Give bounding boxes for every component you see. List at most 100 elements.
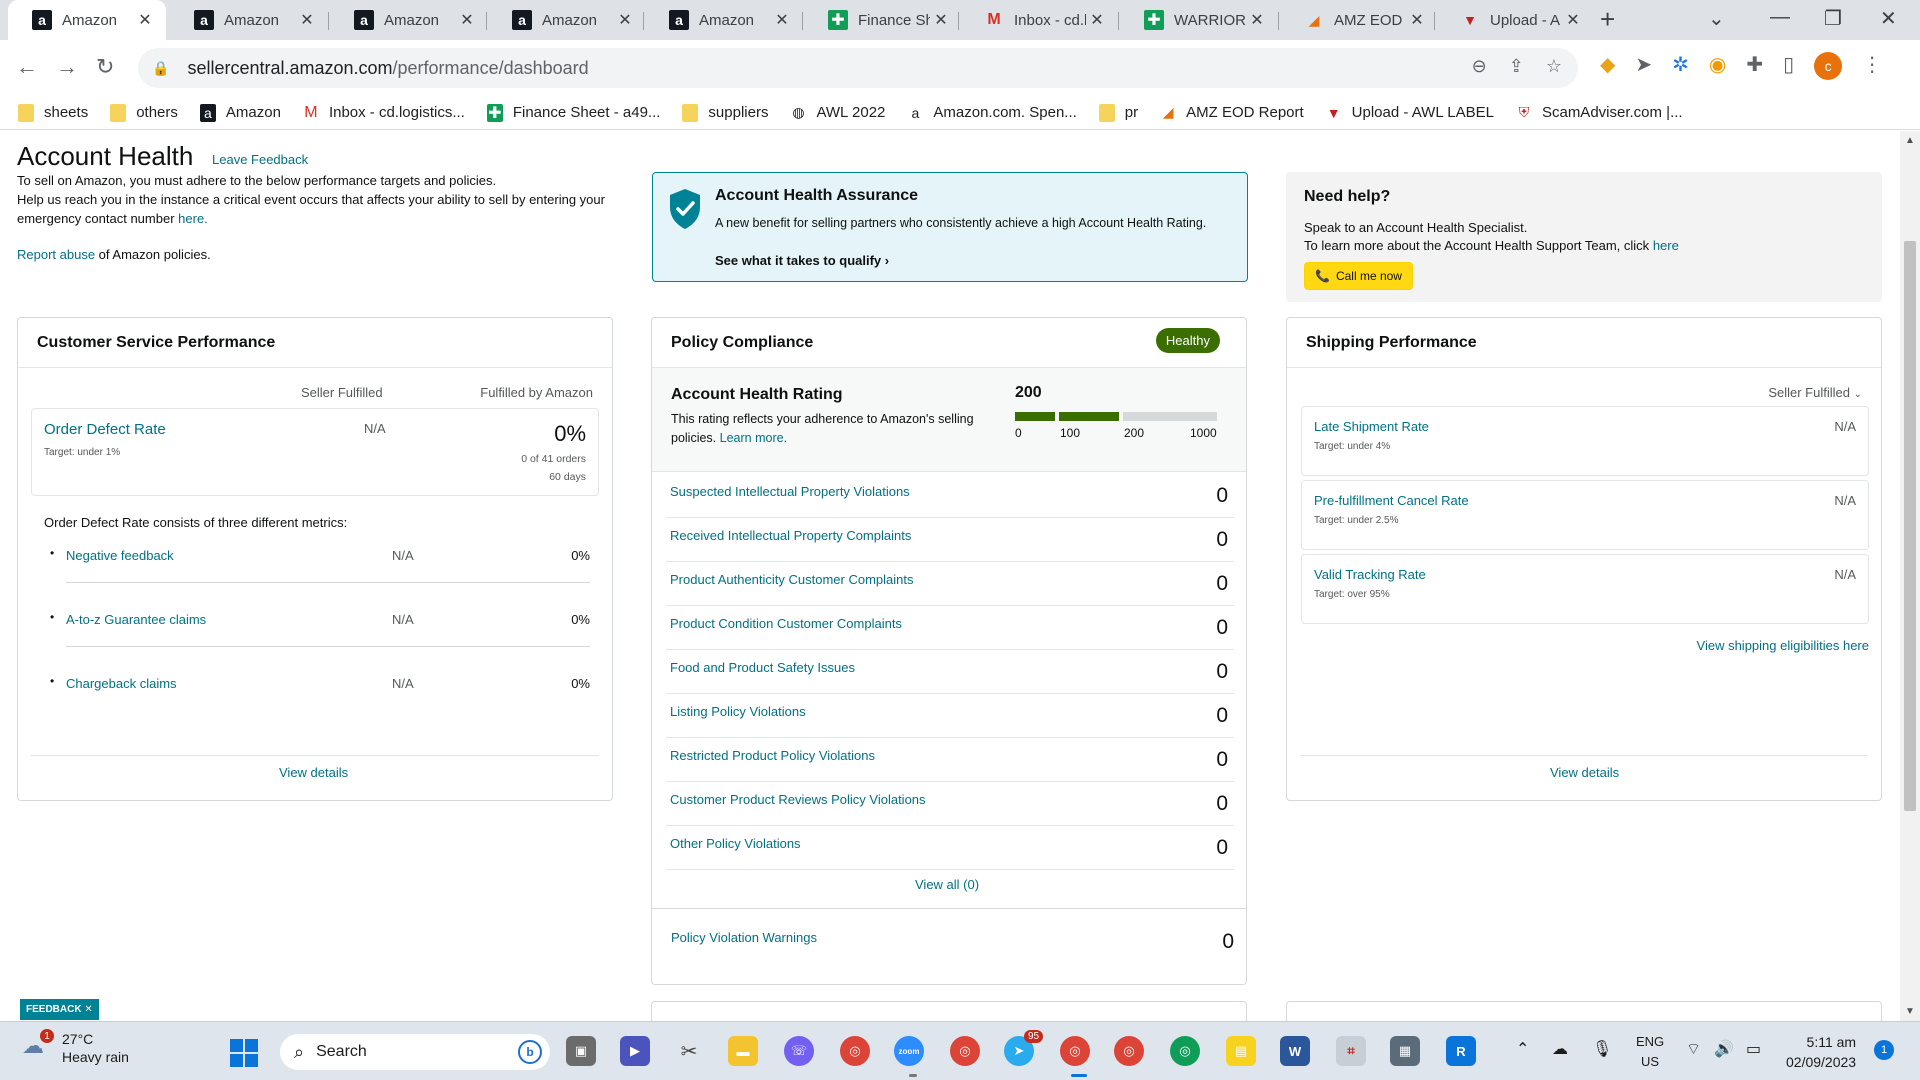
maximize-icon[interactable]: ❐: [1824, 6, 1842, 31]
extension-honey-icon[interactable]: ◆: [1600, 52, 1615, 80]
bookmark-item[interactable]: M Inbox - cd.logistics...: [303, 104, 465, 122]
cs-view-details-link[interactable]: View details: [279, 765, 348, 780]
policy-row-link[interactable]: Suspected Intellectual Property Violatio…: [670, 484, 910, 499]
forward-icon[interactable]: →: [56, 54, 78, 80]
close-icon[interactable]: ✕: [84, 1004, 92, 1015]
notification-badge[interactable]: 1: [1874, 1040, 1894, 1060]
browser-tab[interactable]: ▼ Upload - A ✕: [1436, 0, 1594, 40]
lock-icon[interactable]: 🔒: [152, 60, 169, 77]
extension-arrow-icon[interactable]: ➤: [1635, 52, 1652, 80]
viber-icon[interactable]: ☏: [784, 1036, 814, 1066]
browser-tab[interactable]: a Amazon ✕: [330, 0, 488, 40]
browser-tab[interactable]: a Amazon ✕: [645, 0, 803, 40]
bookmark-item[interactable]: a Amazon: [199, 103, 281, 122]
bookmark-item[interactable]: suppliers: [682, 103, 768, 122]
policy-row-link[interactable]: Listing Policy Violations: [670, 704, 806, 719]
close-tab-icon[interactable]: ✕: [771, 10, 793, 30]
wifi-icon[interactable]: ⌔: [1686, 1039, 1701, 1059]
file-explorer-icon[interactable]: ▬: [728, 1036, 758, 1066]
shipping-filter-dropdown[interactable]: Seller Fulfilled ⌄: [1768, 385, 1862, 400]
shipping-metric-link[interactable]: Late Shipment Rate: [1314, 419, 1429, 434]
sticky-notes-icon[interactable]: ▤: [1226, 1036, 1256, 1066]
snipping-tool-icon[interactable]: ✂: [674, 1036, 704, 1066]
policy-row-link[interactable]: Customer Product Reviews Policy Violatio…: [670, 792, 926, 807]
feedback-tab[interactable]: FEEDBACK ✕: [20, 999, 99, 1020]
profile-avatar[interactable]: c: [1814, 52, 1843, 80]
policy-warnings-link[interactable]: Policy Violation Warnings: [671, 930, 817, 945]
task-view-icon[interactable]: ▣: [566, 1036, 596, 1066]
support-team-link[interactable]: here: [1653, 238, 1679, 253]
close-tab-icon[interactable]: ✕: [1562, 10, 1584, 30]
snip-sketch-icon[interactable]: ⌗: [1336, 1036, 1366, 1066]
chrome-profile-icon[interactable]: ◎: [950, 1036, 980, 1066]
close-tab-icon[interactable]: ✕: [614, 10, 636, 30]
bookmark-item[interactable]: a Amazon.com. Spen...: [907, 104, 1076, 122]
bookmark-item[interactable]: ▼ Upload - AWL LABEL: [1326, 104, 1494, 122]
chrome-active-icon[interactable]: ◎: [1060, 1036, 1090, 1066]
close-tab-icon[interactable]: ✕: [296, 10, 318, 30]
shipping-metric-link[interactable]: Valid Tracking Rate: [1314, 567, 1426, 582]
share-icon[interactable]: ⇪: [1509, 56, 1524, 77]
order-defect-rate-link[interactable]: Order Defect Rate: [44, 421, 166, 438]
bing-icon[interactable]: b: [518, 1040, 542, 1064]
chrome-icon[interactable]: ◎: [840, 1036, 870, 1066]
new-tab-icon[interactable]: +: [1600, 4, 1615, 35]
bookmark-item[interactable]: ⛨ ScamAdviser.com |...: [1516, 104, 1683, 122]
scrollbar-thumb[interactable]: [1904, 241, 1916, 811]
browser-tab[interactable]: a Amazon ✕: [8, 0, 166, 40]
tray-overflow-chevron-icon[interactable]: ⌃: [1516, 1039, 1529, 1059]
page-scrollbar[interactable]: ▲ ▼: [1900, 131, 1920, 1021]
browser-tab[interactable]: a Amazon ✕: [488, 0, 646, 40]
battery-icon[interactable]: ▭: [1746, 1039, 1761, 1059]
odr-metric-link[interactable]: Negative feedback: [66, 548, 174, 563]
bookmark-item[interactable]: pr: [1098, 103, 1138, 122]
tab-search-chevron-icon[interactable]: ⌄: [1708, 6, 1725, 31]
address-bar[interactable]: 🔒 sellercentral.amazon.com/performance/d…: [138, 48, 1578, 88]
browser-tab[interactable]: a Amazon ✕: [170, 0, 328, 40]
start-button[interactable]: [230, 1039, 258, 1067]
shipping-view-details-link[interactable]: View details: [1550, 765, 1619, 780]
odr-metric-link[interactable]: A-to-z Guarantee claims: [66, 612, 206, 627]
close-window-icon[interactable]: ✕: [1880, 6, 1897, 31]
chrome-m-icon[interactable]: ◎: [1114, 1036, 1144, 1066]
view-all-link[interactable]: View all (0): [915, 877, 979, 892]
browser-tab[interactable]: ✚ Finance She✕: [804, 0, 962, 40]
close-tab-icon[interactable]: ✕: [1406, 10, 1428, 30]
zoom-app-icon[interactable]: zoom: [894, 1036, 924, 1066]
policy-row-link[interactable]: Food and Product Safety Issues: [670, 660, 855, 675]
policy-row-link[interactable]: Product Authenticity Customer Complaints: [670, 572, 914, 587]
onedrive-cloud-icon[interactable]: ☁: [1552, 1039, 1568, 1059]
bookmark-item[interactable]: sheets: [18, 103, 88, 122]
bookmark-item[interactable]: others: [110, 103, 178, 122]
microphone-icon[interactable]: 🎙: [1592, 1039, 1612, 1059]
browser-menu-icon[interactable]: ⋮: [1862, 52, 1882, 80]
close-tab-icon[interactable]: ✕: [930, 10, 952, 30]
close-tab-icon[interactable]: ✕: [1086, 10, 1108, 30]
extension-gear-icon[interactable]: ✲: [1672, 52, 1689, 80]
policy-row-link[interactable]: Product Condition Customer Complaints: [670, 616, 902, 631]
policy-row-link[interactable]: Received Intellectual Property Complaint…: [670, 528, 911, 543]
minimize-icon[interactable]: —: [1770, 6, 1790, 29]
calculator-icon[interactable]: ▦: [1390, 1036, 1420, 1066]
r-app-icon[interactable]: R: [1446, 1036, 1476, 1066]
zoom-icon[interactable]: ⊖: [1472, 56, 1487, 77]
qualify-link[interactable]: See what it takes to qualify ›: [715, 253, 889, 268]
scroll-down-icon[interactable]: ▼: [1905, 1006, 1915, 1017]
side-panel-icon[interactable]: ▯: [1783, 52, 1794, 80]
policy-row-link[interactable]: Restricted Product Policy Violations: [670, 748, 875, 763]
emergency-contact-link[interactable]: here.: [178, 211, 208, 226]
browser-tab[interactable]: ◢ AMZ EOD R✕: [1280, 0, 1438, 40]
chrome-green-icon[interactable]: ◎: [1170, 1036, 1200, 1066]
bookmark-item[interactable]: ✚ Finance Sheet - a49...: [486, 103, 660, 122]
leave-feedback-link[interactable]: Leave Feedback: [212, 152, 308, 167]
call-me-now-button[interactable]: 📞 Call me now: [1304, 262, 1413, 290]
policy-row-link[interactable]: Other Policy Violations: [670, 836, 801, 851]
volume-icon[interactable]: 🔊: [1714, 1039, 1734, 1059]
bookmark-item[interactable]: ◢ AMZ EOD Report: [1160, 104, 1304, 122]
close-tab-icon[interactable]: ✕: [1246, 10, 1268, 30]
taskbar-search[interactable]: ⌕ Search b: [280, 1034, 550, 1070]
extensions-puzzle-icon[interactable]: ✚: [1746, 52, 1763, 80]
bookmark-star-icon[interactable]: ☆: [1546, 56, 1562, 77]
odr-metric-link[interactable]: Chargeback claims: [66, 676, 177, 691]
extension-circle-icon[interactable]: ◉: [1709, 52, 1726, 80]
